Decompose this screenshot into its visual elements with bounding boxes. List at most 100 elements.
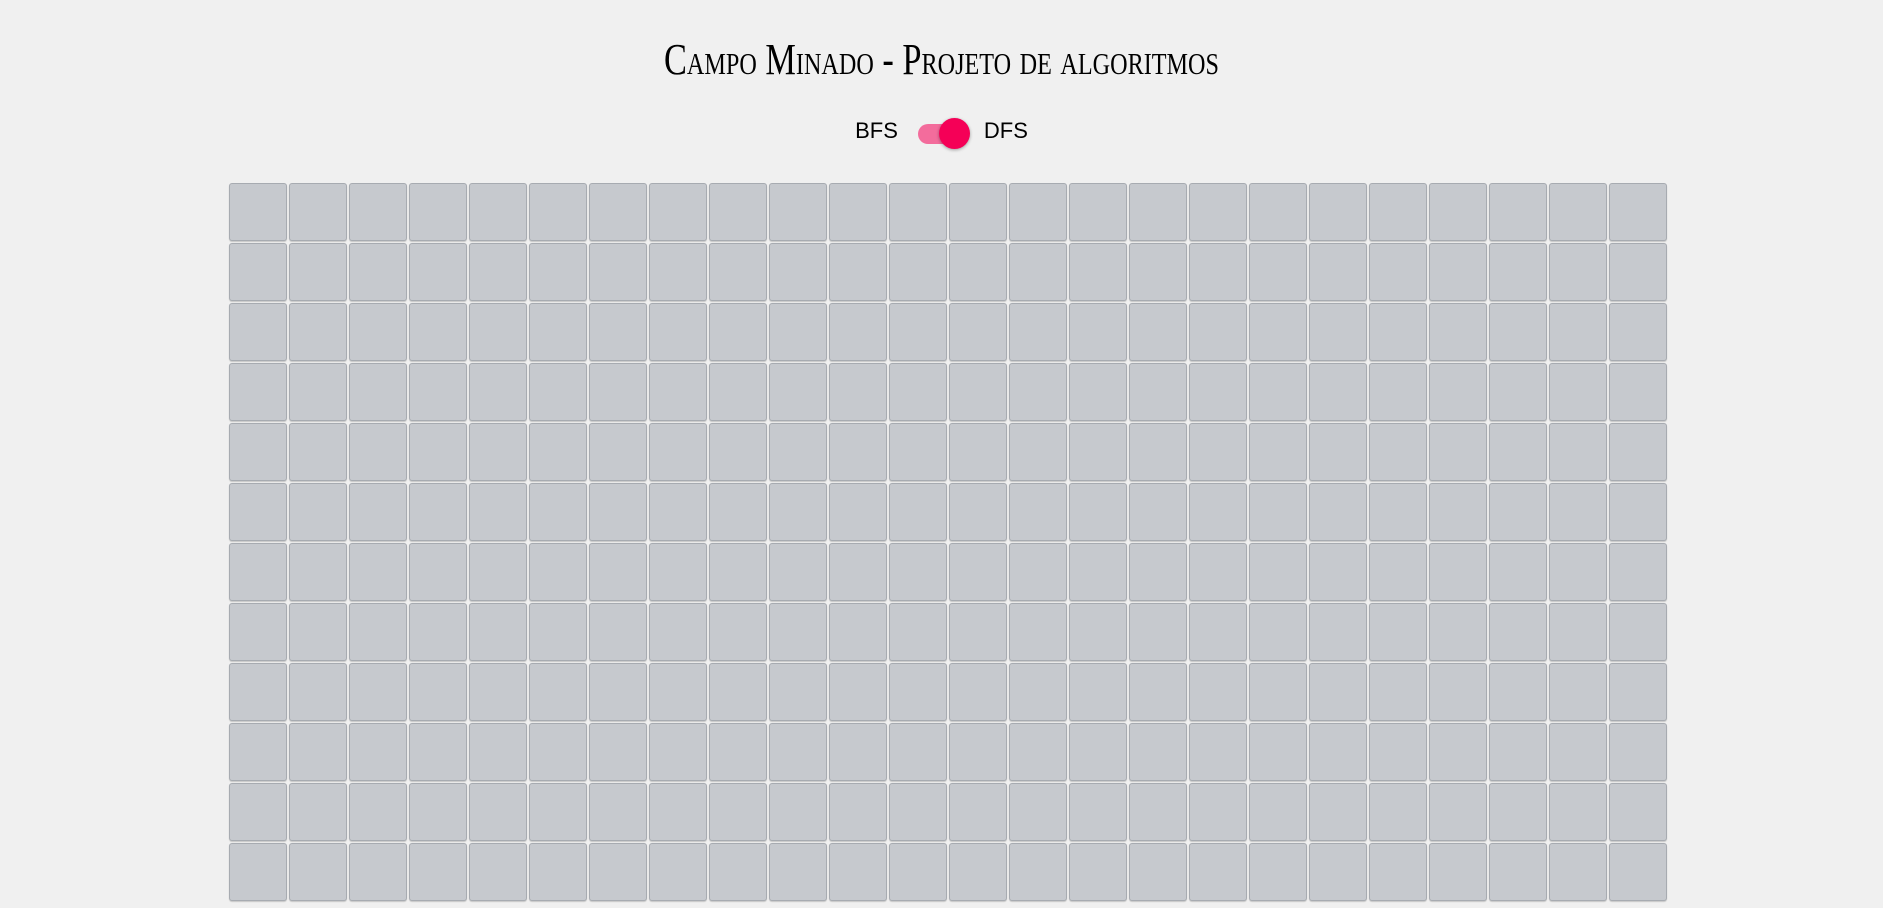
board-cell[interactable]	[529, 423, 587, 481]
board-cell[interactable]	[349, 363, 407, 421]
board-cell[interactable]	[949, 303, 1007, 361]
board-cell[interactable]	[1369, 303, 1427, 361]
board-cell[interactable]	[1129, 783, 1187, 841]
board-cell[interactable]	[469, 543, 527, 601]
board-cell[interactable]	[229, 843, 287, 901]
board-cell[interactable]	[1549, 603, 1607, 661]
board-cell[interactable]	[649, 423, 707, 481]
board-cell[interactable]	[949, 423, 1007, 481]
board-cell[interactable]	[1609, 243, 1667, 301]
board-cell[interactable]	[649, 363, 707, 421]
board-cell[interactable]	[889, 783, 947, 841]
board-cell[interactable]	[1009, 843, 1067, 901]
board-cell[interactable]	[589, 603, 647, 661]
board-cell[interactable]	[1189, 783, 1247, 841]
board-cell[interactable]	[949, 483, 1007, 541]
board-cell[interactable]	[1369, 603, 1427, 661]
board-cell[interactable]	[1429, 783, 1487, 841]
board-cell[interactable]	[1309, 723, 1367, 781]
board-cell[interactable]	[289, 843, 347, 901]
board-cell[interactable]	[229, 423, 287, 481]
board-cell[interactable]	[1069, 843, 1127, 901]
board-cell[interactable]	[1489, 363, 1547, 421]
board-cell[interactable]	[1129, 183, 1187, 241]
board-cell[interactable]	[1309, 303, 1367, 361]
board-cell[interactable]	[1009, 483, 1067, 541]
board-cell[interactable]	[1549, 483, 1607, 541]
board-cell[interactable]	[289, 663, 347, 721]
board-cell[interactable]	[589, 423, 647, 481]
board-cell[interactable]	[889, 483, 947, 541]
board-cell[interactable]	[889, 663, 947, 721]
board-cell[interactable]	[409, 363, 467, 421]
board-cell[interactable]	[1549, 243, 1607, 301]
board-cell[interactable]	[889, 303, 947, 361]
board-cell[interactable]	[1009, 723, 1067, 781]
board-cell[interactable]	[1489, 303, 1547, 361]
board-cell[interactable]	[769, 423, 827, 481]
board-cell[interactable]	[529, 543, 587, 601]
board-cell[interactable]	[229, 603, 287, 661]
board-cell[interactable]	[1189, 723, 1247, 781]
board-cell[interactable]	[1429, 723, 1487, 781]
board-cell[interactable]	[1009, 603, 1067, 661]
board-cell[interactable]	[349, 483, 407, 541]
board-cell[interactable]	[1369, 183, 1427, 241]
board-cell[interactable]	[1069, 603, 1127, 661]
board-cell[interactable]	[1069, 303, 1127, 361]
board-cell[interactable]	[289, 723, 347, 781]
board-cell[interactable]	[1069, 243, 1127, 301]
board-cell[interactable]	[1249, 303, 1307, 361]
board-cell[interactable]	[889, 603, 947, 661]
board-cell[interactable]	[469, 423, 527, 481]
board-cell[interactable]	[409, 483, 467, 541]
board-cell[interactable]	[1549, 363, 1607, 421]
board-cell[interactable]	[1009, 363, 1067, 421]
board-cell[interactable]	[469, 723, 527, 781]
board-cell[interactable]	[1249, 483, 1307, 541]
switch-thumb[interactable]	[938, 118, 970, 149]
board-cell[interactable]	[1129, 843, 1187, 901]
board-cell[interactable]	[1309, 243, 1367, 301]
board-cell[interactable]	[1369, 363, 1427, 421]
board-cell[interactable]	[529, 603, 587, 661]
board-cell[interactable]	[769, 183, 827, 241]
board-cell[interactable]	[409, 843, 467, 901]
board-cell[interactable]	[889, 183, 947, 241]
board-cell[interactable]	[1549, 663, 1607, 721]
board-cell[interactable]	[649, 183, 707, 241]
board-cell[interactable]	[709, 483, 767, 541]
board-cell[interactable]	[1369, 543, 1427, 601]
board-cell[interactable]	[1009, 423, 1067, 481]
board-cell[interactable]	[1069, 663, 1127, 721]
board-cell[interactable]	[1309, 663, 1367, 721]
board-cell[interactable]	[829, 303, 887, 361]
board-cell[interactable]	[1009, 783, 1067, 841]
board-cell[interactable]	[829, 243, 887, 301]
board-cell[interactable]	[409, 543, 467, 601]
board-cell[interactable]	[1369, 663, 1427, 721]
board-cell[interactable]	[1549, 543, 1607, 601]
board-cell[interactable]	[649, 723, 707, 781]
board-cell[interactable]	[949, 183, 1007, 241]
board-cell[interactable]	[1189, 543, 1247, 601]
board-cell[interactable]	[1609, 603, 1667, 661]
board-cell[interactable]	[1009, 663, 1067, 721]
board-cell[interactable]	[829, 183, 887, 241]
board-cell[interactable]	[1609, 543, 1667, 601]
board-cell[interactable]	[409, 783, 467, 841]
board-cell[interactable]	[529, 363, 587, 421]
board-cell[interactable]	[1249, 783, 1307, 841]
board-cell[interactable]	[769, 783, 827, 841]
board-cell[interactable]	[649, 843, 707, 901]
board-cell[interactable]	[349, 663, 407, 721]
board-cell[interactable]	[709, 663, 767, 721]
board-cell[interactable]	[349, 303, 407, 361]
board-cell[interactable]	[529, 243, 587, 301]
board-cell[interactable]	[1069, 423, 1127, 481]
board-cell[interactable]	[889, 363, 947, 421]
board-cell[interactable]	[1369, 843, 1427, 901]
board-cell[interactable]	[1189, 663, 1247, 721]
board-cell[interactable]	[1129, 483, 1187, 541]
board-cell[interactable]	[229, 483, 287, 541]
